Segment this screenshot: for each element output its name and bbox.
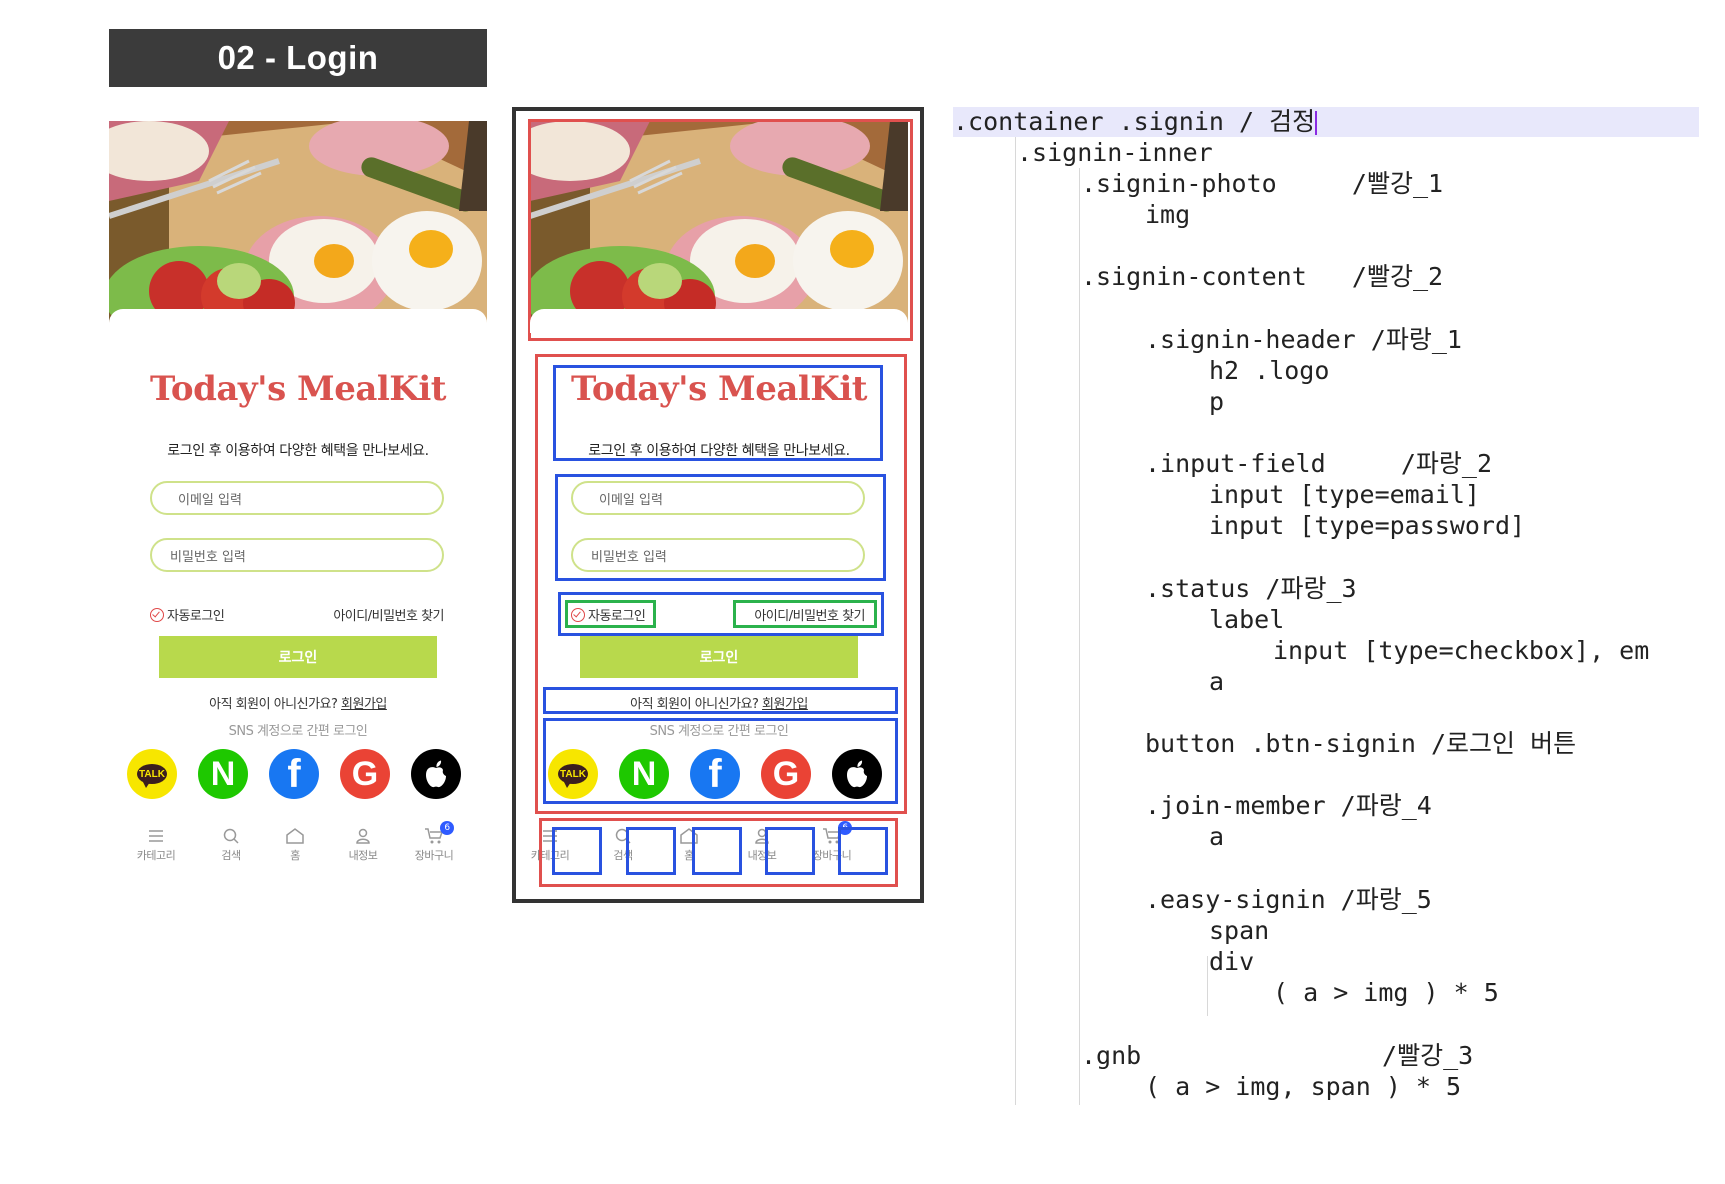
user-icon [356, 828, 370, 844]
outline-line-23: .gnb /빨강_3 [1081, 1041, 1474, 1070]
green-box-auto-login [565, 600, 656, 628]
gnb-search-label: 검색 [221, 849, 241, 862]
email-placeholder: 이메일 입력 [178, 492, 242, 508]
google-login-button[interactable]: G [340, 749, 390, 799]
outline-line-4: img [1145, 200, 1191, 229]
outline-line-21: div [1209, 947, 1255, 976]
gnb-my-info-label: 내정보 [348, 849, 378, 862]
outline-line-19: .easy-signin /파랑_5 [1145, 885, 1432, 914]
status-row: 자동로그인 아이디/비밀번호 찾기 [150, 603, 450, 625]
gnb-category-label: 카테고리 [136, 849, 176, 862]
outline-line-6: .signin-header /파랑_1 [1145, 325, 1462, 354]
outline-line-10: input [type=email] [1209, 480, 1480, 509]
gnb-cart-label: 장바구니 [414, 849, 454, 862]
blue-box-gnb-my-info [765, 827, 815, 875]
outline-line-8: p [1209, 387, 1225, 416]
blue-box-gnb-search [626, 827, 676, 875]
outline-line-17: .join-member /파랑_4 [1145, 791, 1432, 820]
blue-box-easy-signin [543, 718, 898, 804]
join-member: 아직 회원이 아니신가요? 회원가입 [109, 693, 487, 712]
gnb-home-label: 홈 [290, 849, 300, 862]
blue-box-join-member [543, 687, 898, 714]
blue-box-gnb-category [552, 827, 602, 875]
signin-photo [109, 121, 487, 333]
outline-line-5: .signin-content /빨강_2 [1081, 262, 1444, 291]
signin-button[interactable]: 로그인 [159, 636, 437, 678]
outline-line-3: .signin-photo /빨강_1 [1081, 169, 1444, 198]
menu-icon [149, 830, 163, 842]
logo: Today's MealKit [150, 369, 446, 409]
outline-line-12: .status /파랑_3 [1145, 574, 1357, 603]
gnb: 카테고리 검색 홈 내정보 6 장바구니 [109, 821, 487, 877]
outline-line-16: button .btn-signin /로그인 버튼 [1145, 729, 1577, 758]
green-box-find-account [733, 600, 877, 628]
outline-line-7: h2 .logo [1209, 356, 1330, 385]
join-prompt: 아직 회원이 아니신가요? [209, 697, 342, 712]
gnb-my-info[interactable]: 내정보 [337, 827, 389, 863]
red-box-signin-photo [528, 119, 913, 341]
outline-line-14: input [type=checkbox], em [1273, 636, 1650, 665]
search-icon [223, 828, 239, 844]
blue-box-gnb-cart [838, 827, 888, 875]
kakao-talk-icon: TALK [137, 764, 167, 788]
apple-login-button[interactable] [411, 749, 461, 799]
apple-icon [426, 760, 446, 788]
home-icon [286, 828, 304, 844]
outline-line-20: span [1209, 916, 1270, 945]
sns-buttons: TALK N f G [127, 749, 471, 801]
gnb-cart[interactable]: 6 장바구니 [408, 821, 460, 863]
signin-subtitle: 로그인 후 이용하여 다양한 혜택을 만나보세요. [167, 443, 429, 459]
outline-line-9: .input-field /파랑_2 [1145, 449, 1493, 478]
password-input[interactable]: 비밀번호 입력 [150, 538, 444, 572]
outline-line-2: .signin-inner [1017, 138, 1213, 167]
cart-badge: 6 [440, 821, 454, 835]
gnb-category[interactable]: 카테고리 [130, 827, 182, 863]
outline-line-18: a [1209, 822, 1225, 851]
blue-box-input-field [555, 474, 886, 581]
outline-line-1: .container .signin / 검정 [953, 107, 1316, 136]
facebook-icon: f [287, 751, 301, 796]
outline-line-13: label [1209, 605, 1285, 634]
blue-box-signin-header [553, 365, 883, 461]
auto-login-label: 자동로그인 [167, 609, 225, 624]
find-account-link[interactable]: 아이디/비밀번호 찾기 [333, 605, 444, 624]
signin-content: Today's MealKit 로그인 후 이용하여 다양한 혜택을 만나보세요… [109, 309, 487, 893]
gnb-home[interactable]: 홈 [269, 827, 321, 863]
outline-line-15: a [1209, 667, 1225, 696]
password-placeholder: 비밀번호 입력 [170, 549, 246, 565]
easy-signin-label: SNS 계정으로 간편 로그인 [228, 724, 368, 739]
check-icon [150, 607, 164, 622]
google-icon: G [351, 754, 379, 793]
email-input[interactable]: 이메일 입력 [150, 481, 444, 515]
auto-login-checkbox[interactable]: 자동로그인 [150, 605, 225, 624]
page-title: 02 - Login [109, 29, 487, 87]
gnb-search[interactable]: 검색 [205, 827, 257, 863]
outline-line-22: ( a > img ) * 5 [1273, 978, 1499, 1007]
join-link[interactable]: 회원가입 [341, 697, 387, 712]
outline-line-11: input [type=password] [1209, 511, 1526, 540]
facebook-login-button[interactable]: f [269, 749, 319, 799]
blue-box-gnb-home [692, 827, 742, 875]
naver-icon: N [210, 754, 236, 793]
naver-login-button[interactable]: N [198, 749, 248, 799]
outline-line-24: ( a > img, span ) * 5 [1145, 1072, 1462, 1101]
kakao-login-button[interactable]: TALK [127, 749, 177, 799]
